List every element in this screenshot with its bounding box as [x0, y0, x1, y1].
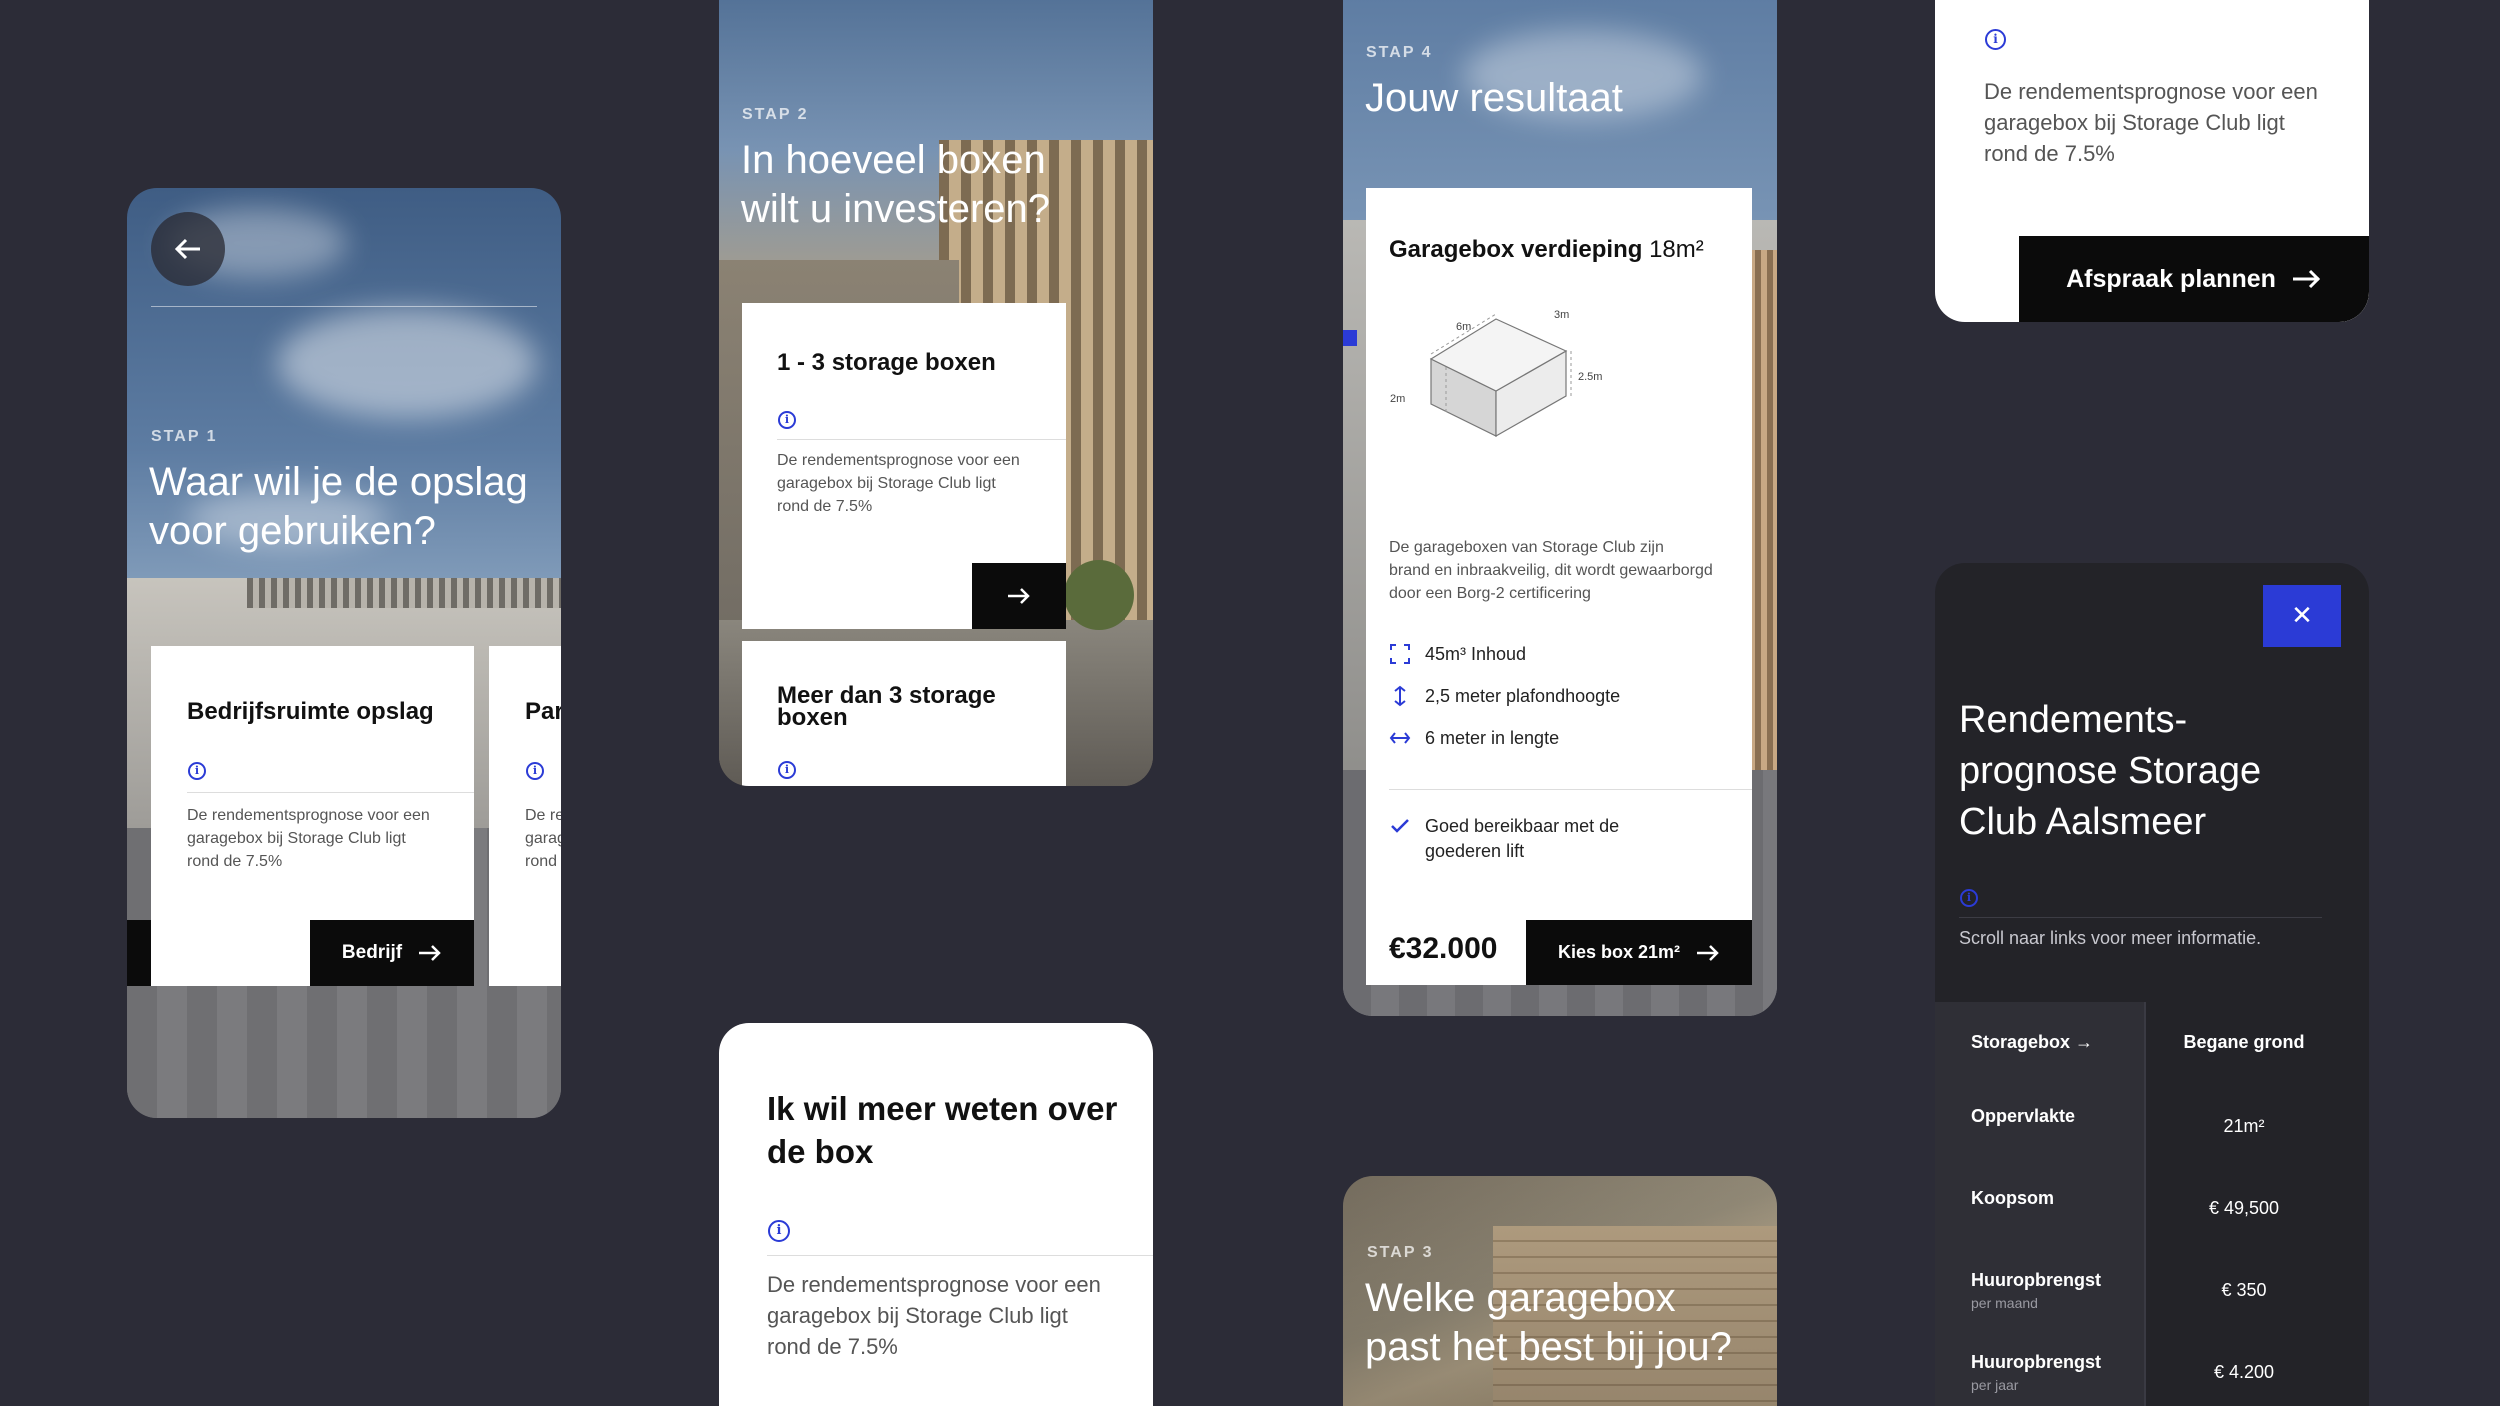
arrow-right-icon	[2292, 269, 2321, 289]
table-row: Koopsom € 49,500	[1971, 1188, 2280, 1218]
arrow-left-icon	[174, 238, 200, 260]
box-illustration: 6m 3m 2.5m 2m	[1390, 309, 1602, 438]
feature-check: Goed bereikbaar met de goederen lift	[1389, 814, 1619, 864]
svg-text:2.5m: 2.5m	[1578, 371, 1602, 383]
price: €32.000	[1389, 932, 1498, 965]
screen-info-sheet: Ik wil meer weten over de box i De rende…	[719, 1023, 1153, 1406]
vertical-arrows-icon	[1394, 685, 1406, 707]
step-label: STAP 2	[742, 106, 809, 123]
screen-cta: i De rendementsprognose voor een garageb…	[1935, 0, 2369, 322]
option-description: De rendementsprognose voor een garagebox…	[187, 807, 430, 870]
bedrijf-button[interactable]: Bedrijf	[310, 920, 474, 986]
next-button[interactable]	[972, 563, 1066, 629]
feature-item: 2,5 meter plafondhoogte	[1389, 675, 1620, 717]
info-icon[interactable]: i	[768, 1220, 790, 1242]
screen-step-3: STAP 3 Welke garagebox past het best bij…	[1343, 1176, 1777, 1406]
option-card-bedrijfsruimte[interactable]: Bedrijfsruimte opslag i De rendementspro…	[151, 646, 474, 986]
table-row: Oppervlakte 21m²	[1971, 1106, 2265, 1136]
panel-title: Rendements- prognose Storage Club Aalsme…	[1959, 699, 2262, 843]
page-title: In hoeveel boxen wilt u investeren?	[741, 138, 1051, 231]
svg-text:3m: 3m	[1554, 309, 1569, 321]
info-icon[interactable]: i	[1960, 889, 1978, 907]
table-row: Huuropbrengst per jaar € 4.200	[1971, 1352, 2275, 1393]
feature-list: 45m³ Inhoud 2,5 meter plafondhoogte 6 me…	[1389, 633, 1620, 759]
info-icon[interactable]: i	[188, 762, 206, 780]
close-button[interactable]: ✕	[2263, 585, 2341, 647]
page-title: Welke garagebox past het best bij jou?	[1365, 1276, 1732, 1369]
back-button[interactable]	[151, 212, 225, 286]
page-title: Jouw resultaat	[1365, 76, 1623, 120]
screen-step-4: STAP 4 Jouw resultaat Garagebox verdiepi…	[1343, 0, 1777, 1016]
expand-icon	[1390, 644, 1410, 664]
feature-item: 6 meter in lengte	[1389, 717, 1620, 759]
table-header: Storagebox → Begane grond	[1935, 1002, 2342, 1082]
afspraak-plannen-button[interactable]: Afspraak plannen	[2019, 236, 2369, 322]
horizontal-arrows-icon	[1389, 732, 1411, 744]
info-icon[interactable]: i	[778, 411, 796, 429]
table-row: Huuropbrengst per maand € 350	[1971, 1270, 2267, 1311]
table-header-value: Begane grond	[2183, 1032, 2305, 1052]
result-card: Garagebox verdieping 18m² 6m 3m 2.5m 2m …	[1366, 188, 1752, 985]
step-label: STAP 3	[1367, 1244, 1434, 1261]
step-label: STAP 1	[151, 428, 218, 445]
screen-rendement-panel: ✕ Rendements- prognose Storage Club Aals…	[1935, 563, 2369, 1406]
cta-description: De rendementsprognose voor een garagebox…	[1984, 79, 2318, 166]
option-card-meer-dan-3[interactable]: Meer dan 3 storage boxen i	[742, 641, 1066, 786]
svg-text:6m: 6m	[1456, 321, 1471, 333]
scroll-hint: Scroll naar links voor meer informatie.	[1959, 928, 2262, 948]
screen-step-2: STAP 2 In hoeveel boxen wilt u investere…	[719, 0, 1153, 786]
option-title: Par	[525, 698, 561, 725]
close-icon: ✕	[2291, 601, 2313, 631]
option-title: 1 - 3 storage boxen	[777, 349, 996, 376]
arrow-right-icon	[1697, 944, 1719, 961]
info-icon[interactable]: i	[778, 761, 796, 779]
page-title: Waar wil je de opslag voor gebruiken?	[149, 460, 528, 553]
option-description: De rendementsprognose voor een garagebox…	[777, 452, 1020, 515]
option-description: De re garag rond	[525, 807, 561, 870]
option-title: Meer dan 3 storage boxen	[777, 682, 996, 731]
arrow-right-icon	[1008, 588, 1030, 604]
header-divider	[151, 306, 537, 307]
table-header-label[interactable]: Storagebox →	[1971, 1032, 2093, 1053]
sheet-title: Ik wil meer weten over de box	[767, 1090, 1118, 1170]
check-icon	[1391, 819, 1409, 833]
info-icon[interactable]: i	[526, 762, 544, 780]
arrow-right-icon	[419, 945, 441, 961]
kies-box-button[interactable]: Kies box 21m²	[1526, 920, 1752, 985]
option-card-1-3-boxen[interactable]: 1 - 3 storage boxen i De rendementsprogn…	[742, 303, 1066, 629]
info-icon[interactable]: i	[1985, 29, 2006, 50]
step-label: STAP 4	[1366, 44, 1433, 61]
result-description: De garageboxen van Storage Club zijn bra…	[1389, 539, 1713, 602]
option-title: Bedrijfsruimte opslag	[187, 698, 434, 725]
feature-item: 45m³ Inhoud	[1389, 633, 1620, 675]
rendement-table[interactable]: Storagebox → Begane grond Oppervlakte 21…	[1935, 1002, 2342, 1406]
result-title: Garagebox verdieping 18m²	[1389, 236, 1704, 263]
option-card-particulier[interactable]: Par i De re garag rond	[489, 646, 561, 986]
svg-text:2m: 2m	[1390, 393, 1405, 405]
screen-step-1: STAP 1 Waar wil je de opslag voor gebrui…	[127, 188, 561, 1118]
sheet-description: De rendementsprognose voor een garagebox…	[767, 1272, 1101, 1359]
